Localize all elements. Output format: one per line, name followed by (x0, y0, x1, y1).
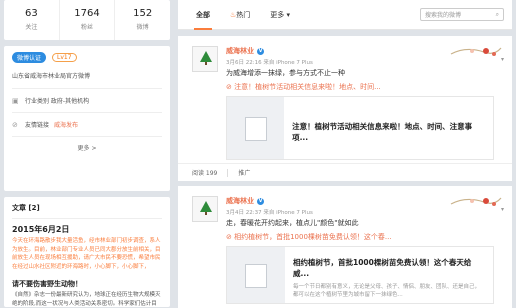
post-link-text: 注意！植树节活动相关信息来啦！地点、时间... (234, 83, 381, 91)
document-icon (245, 117, 267, 141)
industry-text: 行业类别 政府-其他机构 (25, 98, 90, 105)
tab-more[interactable]: 更多 ▾ (260, 0, 300, 30)
post-author[interactable]: 威海林业 V (226, 46, 264, 56)
feed-post: 威海林业 V 3月6日 22:16 来自 iPhone 7 Plus 为威海增添… (178, 36, 512, 181)
card-thumbnail (227, 247, 285, 303)
post-link-text: 相约植树节，首批1000棵树苗免费认领！这个春... (234, 233, 392, 241)
verified-icon: V (257, 197, 264, 205)
tab-hot[interactable]: ♨热门 (220, 0, 260, 30)
link-icon: ⊘ (12, 120, 18, 129)
friend-link[interactable]: 威海发布 (54, 120, 78, 129)
profile-panel: 微博认证 Lv17 山东省威海市林业局官方微博 ▣ 行业类别 政府-其他机构 ⊘… (4, 46, 170, 191)
tab-hot-label: 热门 (236, 10, 251, 19)
link-icon: ⊘ (226, 233, 235, 241)
tab-all[interactable]: 全部 (186, 0, 220, 30)
read-count: 阅读 199 (192, 170, 218, 177)
card-title: 注意！植树节活动相关信息来啦！地点、时间、注意事项... (292, 122, 473, 142)
stat-followers[interactable]: 1764 粉丝 (60, 0, 116, 40)
card-info: 注意！植树节活动相关信息来啦！地点、时间、注意事项... (284, 97, 493, 159)
divider (12, 136, 162, 137)
feed-tabs: 全部 ♨热门 更多 ▾ 搜索我的微博 ⌕ (178, 0, 512, 30)
stats-panel: 63 关注 1764 粉丝 152 微博 (4, 0, 170, 40)
post-text: 走，春暖花开约起来，植点儿"颜色"就如此 (226, 219, 359, 227)
stat-posts-label: 微博 (136, 24, 149, 31)
promote-button[interactable]: 推广 (238, 168, 250, 177)
stat-followers-count: 1764 (74, 8, 100, 19)
card-title: 相约植树节，首批1000棵树苗免费认领！这个春天给威... (293, 258, 472, 278)
chevron-down-icon[interactable]: ▾ (501, 206, 504, 213)
post-link[interactable]: ⊘ 相约植树节，首批1000棵树苗免费认领！这个春... (226, 232, 392, 242)
link-row: ⊘ 友情链接 威海发布 (12, 120, 162, 130)
briefcase-icon: ▣ (12, 96, 19, 105)
more-button[interactable]: 更多 > (12, 143, 162, 152)
link-card[interactable]: 相约植树节，首批1000棵树苗免费认领！这个春天给威... 每一个节日都别有意义… (226, 246, 494, 304)
articles-panel: 文章 [2] 2015年6月2日 今天在环海路散步我大量活鱼，经市林业部门初步调… (4, 197, 170, 307)
post-actions: 阅读 199 推广 (178, 163, 512, 181)
card-description: 每一个节日都别有意义，无论是父母、孩子、情侣、朋友、团队、还是自己，都可以在这个… (293, 284, 481, 298)
post-meta: 3月6日 22:16 来自 iPhone 7 Plus (226, 60, 313, 66)
author-name: 威海林业 (226, 197, 254, 205)
stat-following[interactable]: 63 关注 (4, 0, 60, 40)
post-author[interactable]: 威海林业 V (226, 196, 264, 206)
left-column: 63 关注 1764 粉丝 152 微博 微博认证 Lv17 山东省威海市林业局… (4, 0, 170, 307)
feed-post: 威海林业 V 3月4日 22:37 来自 iPhone 7 Plus 走，春暖花… (178, 186, 512, 308)
author-name: 威海林业 (226, 47, 254, 55)
chevron-down-icon[interactable]: ▾ (501, 56, 504, 63)
level-badge[interactable]: Lv17 (52, 53, 77, 62)
decoration-icon (450, 197, 502, 206)
feed-column: 全部 ♨热门 更多 ▾ 搜索我的微博 ⌕ 威海林业 V 3月6日 22:16 来… (178, 0, 512, 308)
stat-posts-count: 152 (133, 8, 153, 19)
divider (12, 112, 162, 113)
avatar[interactable] (192, 196, 218, 222)
search-input[interactable]: 搜索我的微博 ⌕ (420, 8, 504, 21)
verified-icon: V (257, 47, 264, 55)
stat-following-label: 关注 (25, 24, 38, 31)
stat-following-count: 63 (24, 8, 38, 19)
verify-text: 山东省威海市林业局官方微博 (12, 73, 91, 80)
link-icon: ⊘ (226, 83, 235, 91)
article-title[interactable]: 请不要伤害野生动物！ (12, 279, 162, 289)
post-meta: 3月4日 22:37 来自 iPhone 7 Plus (226, 210, 313, 216)
card-thumbnail (227, 97, 285, 159)
verified-badge[interactable]: 微博认证 (12, 52, 47, 63)
articles-title: 文章 [2] (12, 203, 162, 219)
industry-row: ▣ 行业类别 政府-其他机构 (12, 96, 162, 106)
search-icon[interactable]: ⌕ (496, 11, 499, 19)
search-placeholder: 搜索我的微博 (425, 12, 462, 19)
badges-row: 微博认证 Lv17 (12, 52, 162, 63)
link-card[interactable]: 注意！植树节活动相关信息来啦！地点、时间、注意事项... (226, 96, 494, 160)
divider (12, 88, 162, 89)
decoration-icon (450, 47, 502, 56)
tree-logo-icon (200, 51, 212, 65)
tree-logo-icon (200, 201, 212, 215)
document-icon (245, 264, 267, 288)
article-excerpt-2[interactable]: 《自然》杂志一份最新研究认为，地球正在经历生物大规模灭绝的阶段,而这一状况与人类… (12, 291, 162, 307)
post-link[interactable]: ⊘ 注意！植树节活动相关信息来啦！地点、时间... (226, 82, 381, 92)
article-excerpt[interactable]: 今天在环海路散步我大量活鱼，经市林业部门初步调查，系人为放生。目前，林业部门专业… (12, 237, 162, 271)
divider (227, 168, 229, 177)
stat-posts[interactable]: 152 微博 (115, 0, 170, 40)
card-info: 相约植树节，首批1000棵树苗免费认领！这个春天给威... 每一个节日都别有意义… (285, 247, 493, 303)
post-text: 为威海增添一抹绿，参与方式不止一种 (226, 69, 345, 77)
article-date[interactable]: 2015年6月2日 (12, 224, 162, 235)
avatar[interactable] (192, 46, 218, 72)
link-label: 友情链接 (25, 122, 50, 129)
stat-followers-label: 粉丝 (81, 24, 94, 31)
